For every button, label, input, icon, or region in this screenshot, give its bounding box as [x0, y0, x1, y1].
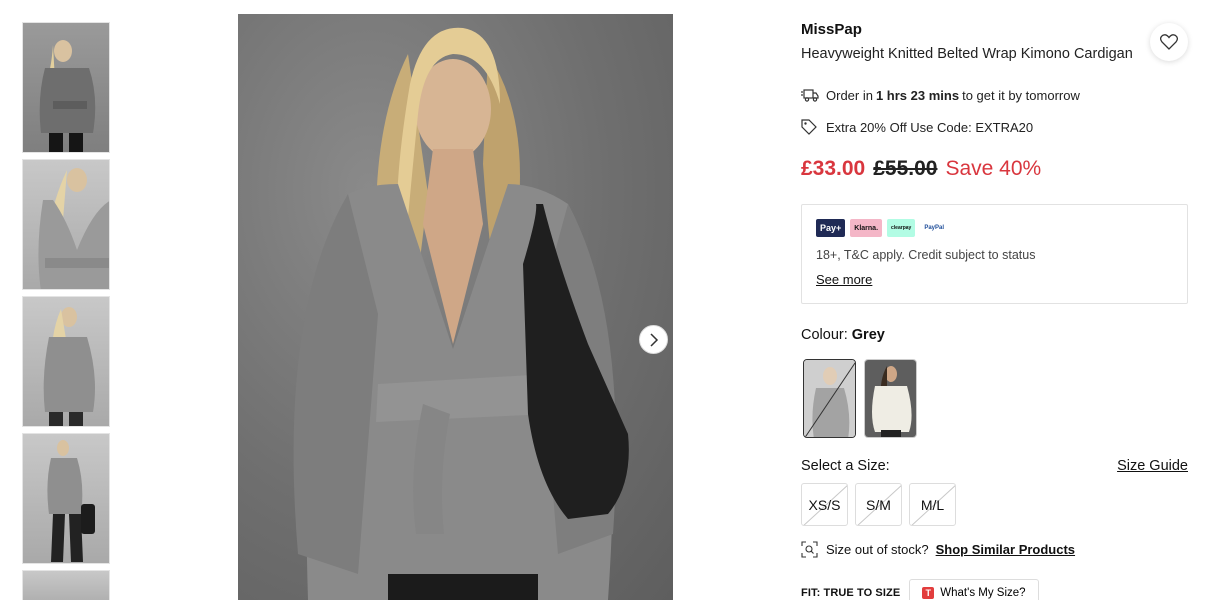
delivery-suffix: to get it by tomorrow	[962, 87, 1080, 103]
size-option-m-l[interactable]: M/L	[909, 483, 956, 526]
out-of-stock-text: Size out of stock?	[826, 541, 929, 557]
thumbnail-gallery	[22, 22, 110, 600]
fit-info: FIT: TRUE TO SIZE T What's My Size?	[801, 579, 1039, 600]
delivery-prefix: Order in	[826, 87, 873, 103]
credit-terms: 18+, T&C apply. Credit subject to status	[816, 248, 1036, 262]
see-more-link[interactable]: See more	[816, 272, 872, 287]
promo-text: Extra 20% Off Use Code: EXTRA20	[826, 119, 1034, 135]
select-size-label: Select a Size:	[801, 458, 890, 474]
payment-options-box: Pay+ Klarna. clearpay PayPal 18+, T&C ap…	[801, 204, 1188, 304]
size-guide-link[interactable]: Size Guide	[1117, 458, 1188, 474]
size-option-label: S/M	[866, 496, 891, 513]
price-block: £33.00 £55.00 Save 40%	[801, 157, 1041, 181]
whats-my-size-button[interactable]: T What's My Size?	[909, 579, 1039, 600]
shop-similar-link[interactable]: Shop Similar Products	[936, 542, 1075, 557]
colour-label: Colour: Grey	[801, 327, 885, 343]
savings-label: Save 40%	[945, 157, 1042, 180]
delivery-countdown: 1 hrs 23 mins	[875, 87, 960, 103]
promo-message: Extra 20% Off Use Code: EXTRA20	[801, 118, 1033, 136]
out-of-stock-message: Size out of stock? Shop Similar Products	[801, 540, 1075, 558]
next-image-button[interactable]	[639, 325, 668, 354]
swatch-cream[interactable]	[864, 359, 917, 438]
size-tool-icon: T	[922, 587, 935, 599]
clearpay-logo: clearpay	[887, 219, 916, 237]
colour-label-text: Colour:	[801, 327, 848, 343]
size-option-s-m[interactable]: S/M	[855, 483, 902, 526]
tag-icon	[801, 118, 819, 136]
wishlist-button[interactable]	[1150, 23, 1188, 61]
chevron-right-icon	[649, 332, 658, 347]
whats-my-size-label: What's My Size?	[940, 587, 1026, 599]
selected-colour: Grey	[851, 327, 885, 343]
heart-icon	[1160, 34, 1178, 50]
fit-label: FIT: TRUE TO SIZE	[801, 587, 901, 599]
delivery-truck-icon	[801, 86, 819, 104]
thumbnail-2[interactable]	[22, 159, 110, 290]
thumbnail-3[interactable]	[22, 296, 110, 427]
swatch-grey[interactable]	[803, 359, 856, 438]
product-title: Heavyweight Knitted Belted Wrap Kimono C…	[801, 46, 1133, 62]
size-option-xs-s[interactable]: XS/S	[801, 483, 848, 526]
thumbnail-5[interactable]	[22, 570, 110, 600]
klarna-logo: Klarna.	[850, 219, 883, 237]
colour-swatches	[803, 359, 917, 438]
original-price: £55.00	[873, 157, 938, 180]
brand-name: MissPap	[801, 21, 862, 38]
payment-logos: Pay+ Klarna. clearpay PayPal	[816, 219, 1173, 237]
size-option-label: XS/S	[808, 496, 841, 513]
main-product-image	[238, 14, 673, 600]
size-options: XS/S S/M M/L	[801, 483, 956, 526]
delivery-message: Order in 1 hrs 23 mins to get it by tomo…	[801, 86, 1080, 104]
size-option-label: M/L	[920, 496, 945, 513]
current-price: £33.00	[801, 157, 866, 180]
paypal-logo: PayPal	[920, 219, 948, 237]
thumbnail-1[interactable]	[22, 22, 110, 153]
scan-search-icon	[801, 540, 819, 558]
payplus-logo: Pay+	[816, 219, 846, 237]
thumbnail-4[interactable]	[22, 433, 110, 564]
